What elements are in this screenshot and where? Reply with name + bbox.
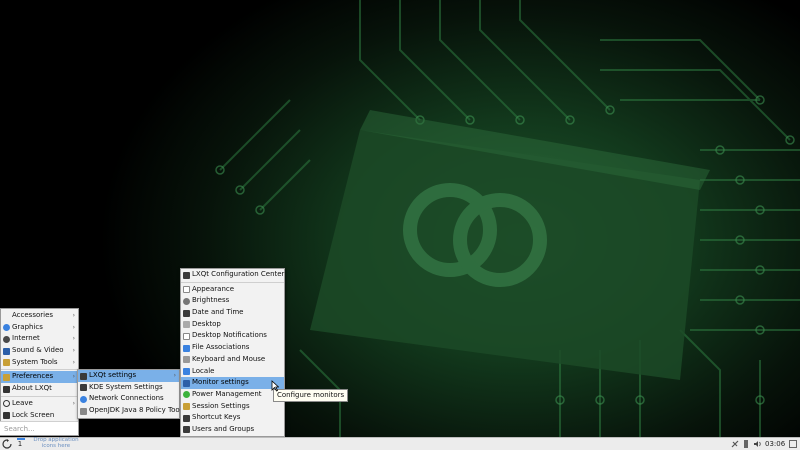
menu-item-leave[interactable]: Leave ›	[1, 398, 78, 410]
menu-item-system-tools[interactable]: System Tools ›	[1, 357, 78, 369]
menu-item-users-groups[interactable]: Users and Groups	[181, 424, 284, 436]
mouse-pointer-icon	[271, 380, 279, 392]
chevron-right-icon: ›	[72, 399, 75, 407]
keyboard-icon	[183, 356, 190, 364]
chevron-right-icon: ›	[72, 373, 75, 381]
internet-icon	[3, 335, 10, 343]
device-tray-icon[interactable]	[743, 439, 749, 449]
system-tools-icon	[3, 359, 10, 367]
menu-item-desktop[interactable]: Desktop	[181, 319, 284, 331]
menu-separator	[181, 281, 284, 283]
menu-separator	[1, 369, 78, 371]
leave-icon	[3, 400, 10, 408]
session-icon	[183, 403, 190, 411]
menu-item-brightness[interactable]: Brightness	[181, 295, 284, 307]
lxqt-settings-icon	[80, 372, 87, 380]
date-time-icon	[183, 309, 190, 317]
menu-item-about-lxqt[interactable]: About LXQt	[1, 383, 78, 395]
menu-item-shortcut-keys[interactable]: Shortcut Keys	[181, 412, 284, 424]
chevron-right-icon: ›	[72, 335, 75, 343]
menu-search-input[interactable]: Search...	[0, 421, 78, 435]
brightness-icon	[183, 297, 190, 305]
desktop-icon	[183, 321, 190, 329]
menu-item-kde-system-settings[interactable]: KDE System Settings	[78, 382, 179, 394]
quicklaunch-indicator	[17, 438, 25, 440]
main-menu-button-icon[interactable]	[2, 439, 12, 449]
notifications-icon	[183, 332, 190, 340]
kde-settings-icon	[80, 384, 87, 392]
menu-item-preferences[interactable]: Preferences ›	[1, 371, 78, 384]
menu-item-monitor-settings[interactable]: Monitor settings	[181, 377, 284, 389]
preferences-submenu: LXQt settings › KDE System Settings Netw…	[77, 369, 182, 419]
locale-icon	[183, 368, 190, 375]
chevron-right-icon: ›	[72, 347, 75, 355]
menu-item-power-management[interactable]: Power Management	[181, 389, 284, 401]
menu-item-desktop-notifications[interactable]: Desktop Notifications	[181, 330, 284, 342]
menu-item-accessories[interactable]: Accessories ›	[1, 310, 78, 322]
show-desktop-icon[interactable]	[789, 440, 797, 448]
chevron-right-icon: ›	[72, 312, 75, 319]
network-icon	[80, 395, 87, 403]
menu-item-graphics[interactable]: Graphics ›	[1, 322, 78, 334]
menu-item-file-associations[interactable]: File Associations	[181, 342, 284, 354]
menu-item-network-connections[interactable]: Network Connections	[78, 393, 179, 405]
monitor-icon	[183, 379, 190, 387]
lxqt-settings-submenu: LXQt Configuration Center Appearance Bri…	[180, 268, 285, 437]
appearance-icon	[183, 286, 190, 294]
shortcut-keys-icon	[183, 414, 190, 422]
menu-item-appearance[interactable]: Appearance	[181, 284, 284, 296]
menu-item-java-policy-tool[interactable]: OpenJDK Java 8 Policy Tool	[78, 405, 182, 417]
monitor-settings-tooltip: Configure monitors	[273, 389, 349, 402]
java-icon	[80, 407, 87, 415]
graphics-icon	[3, 324, 10, 332]
chevron-right-icon: ›	[72, 358, 75, 366]
taskbar-panel: 1 Drop application icons here 03:06	[0, 437, 800, 450]
menu-item-session-settings[interactable]: Session Settings	[181, 401, 284, 413]
menu-item-lock-screen[interactable]: Lock Screen	[1, 410, 78, 422]
volume-icon[interactable]	[753, 440, 763, 448]
menu-item-sound-video[interactable]: Sound & Video ›	[1, 345, 78, 357]
sound-video-icon	[3, 347, 10, 355]
config-center-icon	[183, 271, 190, 279]
menu-item-date-time[interactable]: Date and Time	[181, 307, 284, 319]
menu-separator	[1, 395, 78, 397]
users-groups-icon	[183, 426, 190, 434]
menu-item-config-center[interactable]: LXQt Configuration Center	[181, 269, 284, 281]
about-icon	[3, 385, 10, 393]
menu-item-internet[interactable]: Internet ›	[1, 333, 78, 345]
quicklaunch-dropzone[interactable]: Drop application icons here	[27, 437, 85, 450]
chevron-right-icon: ›	[173, 372, 176, 379]
network-tray-icon[interactable]	[731, 440, 739, 448]
clock[interactable]: 03:06	[765, 438, 785, 450]
preferences-icon	[3, 373, 10, 381]
menu-item-keyboard-mouse[interactable]: Keyboard and Mouse	[181, 354, 284, 366]
main-menu: Accessories › Graphics › Internet › Soun…	[0, 308, 79, 436]
menu-item-locale[interactable]: Locale	[181, 366, 284, 378]
lock-icon	[3, 412, 10, 419]
chevron-right-icon: ›	[72, 323, 75, 331]
menu-item-lxqt-settings[interactable]: LXQt settings ›	[78, 370, 179, 382]
power-icon	[183, 391, 190, 399]
file-associations-icon	[183, 344, 190, 352]
